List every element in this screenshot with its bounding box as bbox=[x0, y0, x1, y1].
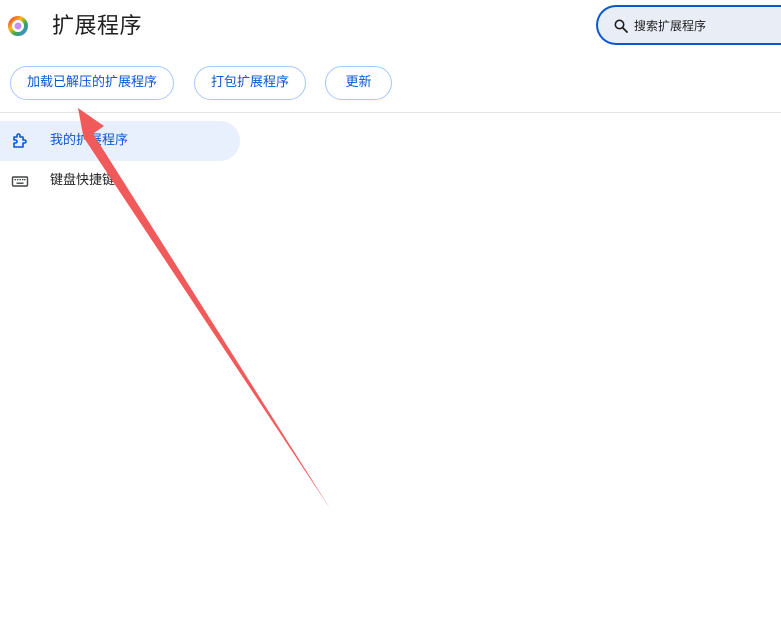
load-unpacked-button[interactable]: 加载已解压的扩展程序 bbox=[10, 66, 174, 100]
search-box[interactable] bbox=[596, 5, 781, 45]
keyboard-icon bbox=[11, 176, 29, 187]
header-divider bbox=[0, 112, 781, 113]
puzzle-piece-icon bbox=[13, 133, 27, 148]
page-header: 扩展程序 bbox=[0, 0, 781, 56]
sidebar-item-label: 键盘快捷键 bbox=[50, 173, 116, 188]
sidebar-item-my-extensions[interactable]: 我的扩展程序 bbox=[0, 121, 240, 161]
search-icon bbox=[614, 19, 628, 33]
sidebar: 我的扩展程序 键盘快捷键 bbox=[0, 121, 240, 201]
search-input[interactable] bbox=[634, 15, 781, 37]
update-button[interactable]: 更新 bbox=[325, 66, 392, 100]
sidebar-item-keyboard-shortcuts[interactable]: 键盘快捷键 bbox=[0, 161, 240, 201]
chromium-logo-icon bbox=[8, 16, 28, 36]
page-title: 扩展程序 bbox=[52, 14, 143, 39]
pack-extension-button[interactable]: 打包扩展程序 bbox=[194, 66, 306, 100]
sidebar-item-label: 我的扩展程序 bbox=[50, 133, 129, 148]
